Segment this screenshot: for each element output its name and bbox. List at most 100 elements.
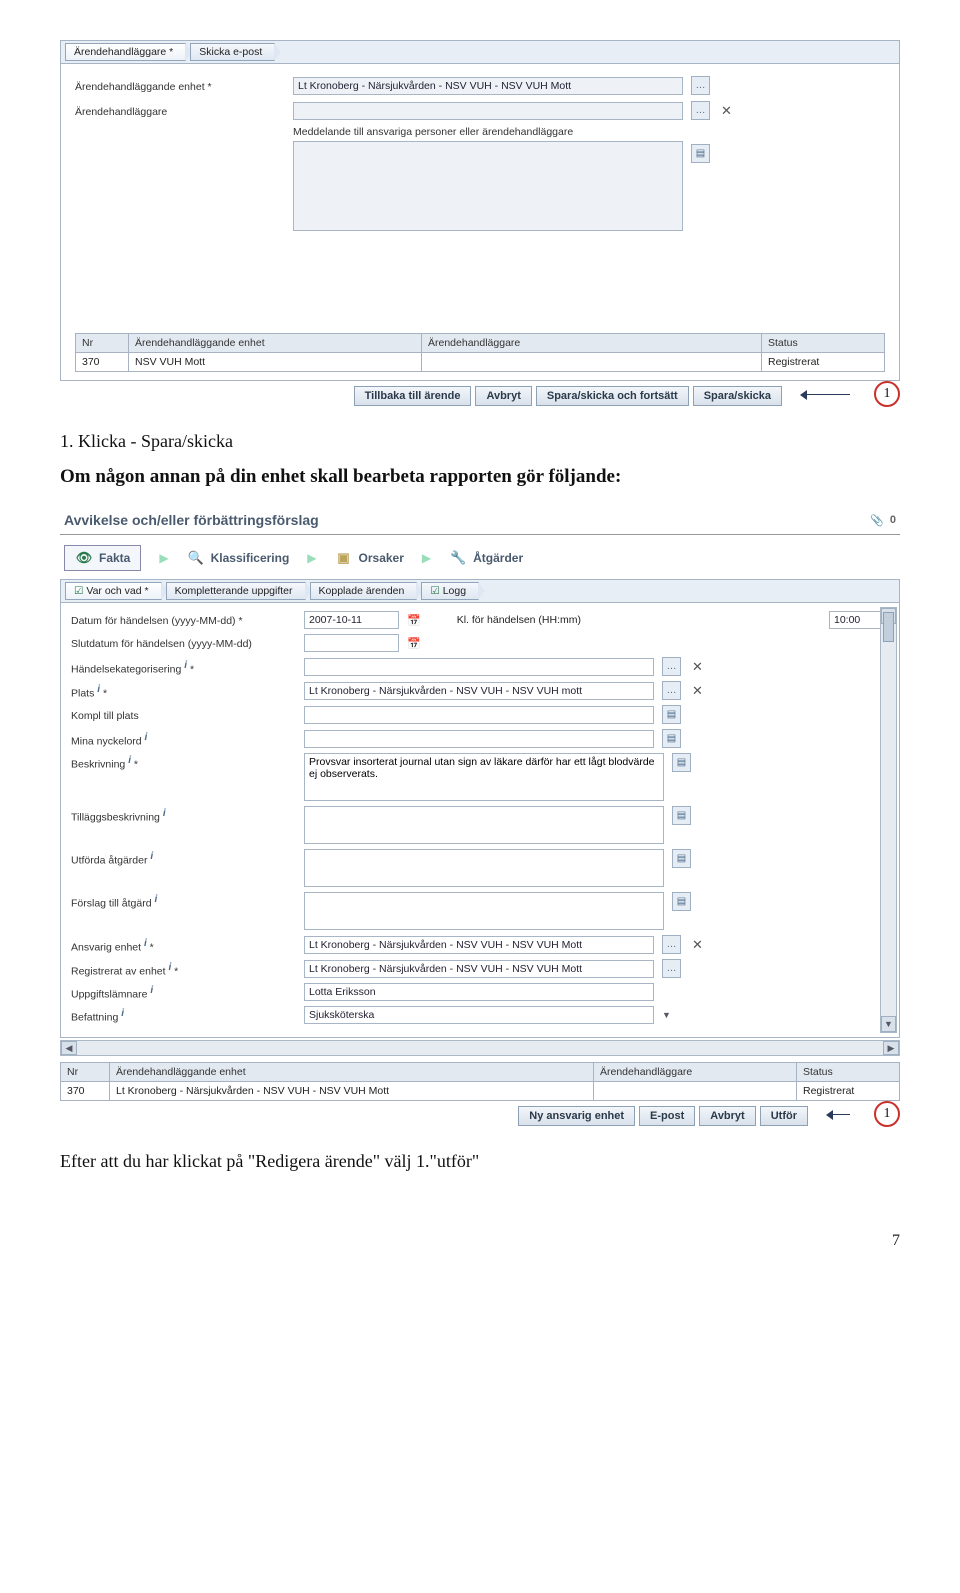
button-bar-2: Ny ansvarig enhet E-post Avbryt Utför — [518, 1106, 808, 1126]
table-row[interactable]: 370 NSV VUH Mott Registrerat — [76, 353, 885, 372]
new-unit-button[interactable]: Ny ansvarig enhet — [518, 1106, 635, 1126]
table-row[interactable]: 370 Lt Kronoberg - Närsjukvården - NSV V… — [61, 1082, 900, 1101]
screenshot-2: Avvikelse och/eller förbättringsförslag … — [60, 506, 900, 1127]
handler-input[interactable] — [293, 102, 683, 120]
date-input[interactable] — [304, 611, 399, 629]
keys-input[interactable] — [304, 730, 654, 748]
note-icon[interactable]: ▤ — [672, 892, 691, 911]
save-continue-button[interactable]: Spara/skicka och fortsätt — [536, 386, 689, 406]
attachment-count: 0 — [890, 514, 896, 526]
calendar-icon[interactable]: 📅 — [407, 637, 421, 650]
ansvarig-input[interactable] — [304, 936, 654, 954]
note-icon[interactable]: ▤ — [662, 705, 681, 724]
instruction-1: 1. Klicka - Spara/skicka — [60, 431, 900, 452]
browse-icon[interactable]: … — [662, 681, 681, 700]
forslag-textarea[interactable] — [304, 892, 664, 930]
regav-input[interactable] — [304, 960, 654, 978]
td-handler — [422, 353, 762, 372]
instruction-3: Efter att du har klickat på "Redigera är… — [60, 1151, 900, 1172]
sub-breadcrumb: ☑ Var och vad * Kompletterande uppgifter… — [60, 580, 900, 603]
kompl-input[interactable] — [304, 706, 654, 724]
message-textarea[interactable] — [293, 141, 683, 231]
tab-fakta[interactable]: 👁 Fakta — [64, 545, 141, 571]
tab-label: Orsaker — [359, 551, 404, 565]
category-tabs: 👁 Fakta ▶ 🔍 Klassificering ▶ ▣ Orsaker ▶… — [60, 539, 900, 580]
back-button[interactable]: Tillbaka till ärende — [354, 386, 472, 406]
note-icon[interactable]: ▤ — [691, 144, 710, 163]
tab-label: Åtgärder — [473, 551, 523, 565]
utfor-button[interactable]: Utför — [760, 1106, 808, 1126]
clear-icon[interactable]: ✕ — [689, 682, 706, 699]
utforda-textarea[interactable] — [304, 849, 664, 887]
clear-icon[interactable]: ✕ — [689, 658, 706, 675]
td-status: Registrerat — [762, 353, 885, 372]
cancel-button[interactable]: Avbryt — [699, 1106, 755, 1126]
td-status: Registrerat — [797, 1082, 900, 1101]
save-send-button[interactable]: Spara/skicka — [693, 386, 782, 406]
button-bar-1: Tillbaka till ärende Avbryt Spara/skicka… — [354, 386, 782, 406]
th-nr: Nr — [61, 1063, 110, 1082]
note-icon[interactable]: ▤ — [672, 753, 691, 772]
scroll-down-icon[interactable]: ▼ — [881, 1016, 896, 1032]
th-handler: Ärendehandläggare — [594, 1063, 797, 1082]
crumb-kompletterande[interactable]: Kompletterande uppgifter — [166, 582, 306, 600]
ansvarig-label: Ansvarig enhet i * — [71, 936, 296, 954]
chevron-right-icon: ▶ — [159, 551, 168, 565]
horizontal-scrollbar[interactable]: ◀ ▶ — [60, 1040, 900, 1056]
chevron-right-icon: ▶ — [307, 551, 316, 565]
crumb-var-och-vad[interactable]: ☑ Var och vad * — [65, 582, 162, 600]
chevron-right-icon: ▶ — [422, 551, 431, 565]
note-icon[interactable]: ▤ — [672, 849, 691, 868]
note-icon[interactable]: ▤ — [662, 729, 681, 748]
scroll-thumb[interactable] — [883, 612, 894, 642]
cat-input[interactable] — [304, 658, 654, 676]
utforda-label: Utförda åtgärder i — [71, 849, 296, 867]
cancel-button[interactable]: Avbryt — [475, 386, 531, 406]
vertical-scrollbar[interactable]: ▲ ▼ — [880, 607, 897, 1033]
section-title-text: Avvikelse och/eller förbättringsförslag — [64, 512, 319, 528]
chevron-down-icon[interactable]: ▼ — [662, 1010, 671, 1020]
desc-textarea[interactable] — [304, 753, 664, 801]
browse-icon[interactable]: … — [691, 76, 710, 95]
breadcrumb: Ärendehandläggare * Skicka e-post — [60, 40, 900, 64]
td-unit: NSV VUH Mott — [129, 353, 422, 372]
scroll-left-icon[interactable]: ◀ — [61, 1041, 77, 1055]
unit-label: Ärendehandläggande enhet * — [75, 79, 285, 93]
screenshot-1: Ärendehandläggare * Skicka e-post Ärende… — [60, 40, 900, 407]
td-handler — [594, 1082, 797, 1101]
calendar-icon[interactable]: 📅 — [407, 614, 421, 627]
crumb-kopplade[interactable]: Kopplade ärenden — [310, 582, 418, 600]
plats-input[interactable] — [304, 682, 654, 700]
befattning-input[interactable] — [304, 1006, 654, 1024]
form-panel-1: Ärendehandläggande enhet * … Ärendehandl… — [60, 64, 900, 381]
note-icon[interactable]: ▤ — [672, 806, 691, 825]
th-unit: Ärendehandläggande enhet — [129, 334, 422, 353]
handler-label: Ärendehandläggare — [75, 104, 285, 118]
tillagg-label: Tilläggsbeskrivning i — [71, 806, 296, 824]
crumb-send-email[interactable]: Skicka e-post — [190, 43, 275, 61]
enddate-label: Slutdatum för händelsen (yyyy-MM-dd) — [71, 636, 296, 650]
td-unit: Lt Kronoberg - Närsjukvården - NSV VUH -… — [110, 1082, 594, 1101]
th-unit: Ärendehandläggande enhet — [110, 1063, 594, 1082]
wrench-icon: 🔧 — [449, 549, 467, 567]
enddate-input[interactable] — [304, 634, 399, 652]
message-label — [75, 126, 285, 128]
clear-icon[interactable]: ✕ — [689, 936, 706, 953]
scroll-right-icon[interactable]: ▶ — [883, 1041, 899, 1055]
tab-orsaker[interactable]: ▣ Orsaker — [335, 549, 404, 567]
browse-icon[interactable]: … — [662, 959, 681, 978]
tillagg-textarea[interactable] — [304, 806, 664, 844]
handler-table-2: Nr Ärendehandläggande enhet Ärendehandlä… — [60, 1062, 900, 1101]
uppgift-input[interactable] — [304, 983, 654, 1001]
tab-atgarder[interactable]: 🔧 Åtgärder — [449, 549, 523, 567]
crumb-handler[interactable]: Ärendehandläggare * — [65, 43, 186, 61]
crumb-logg[interactable]: ☑ Logg — [421, 582, 479, 600]
attachment-icon[interactable]: 📎 — [870, 514, 884, 527]
browse-icon[interactable]: … — [691, 101, 710, 120]
browse-icon[interactable]: … — [662, 657, 681, 676]
tab-klassificering[interactable]: 🔍 Klassificering — [187, 549, 290, 567]
clear-icon[interactable]: ✕ — [718, 102, 735, 119]
browse-icon[interactable]: … — [662, 935, 681, 954]
epost-button[interactable]: E-post — [639, 1106, 695, 1126]
unit-input[interactable] — [293, 77, 683, 95]
